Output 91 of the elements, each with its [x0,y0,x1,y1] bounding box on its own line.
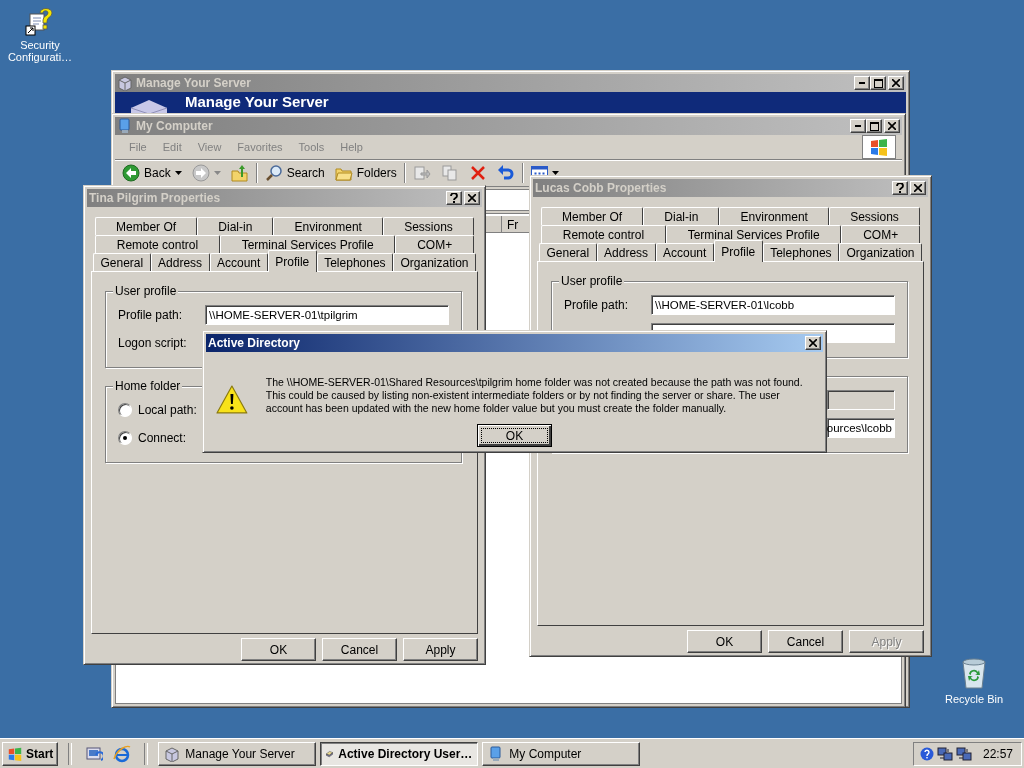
group-label: User profile [559,274,625,288]
dialog-button[interactable]: Apply [403,638,478,661]
show-desktop-icon[interactable] [85,744,104,763]
question-mark-icon [896,183,904,193]
warning-icon [216,384,248,416]
window-title: Manage Your Server [136,76,252,90]
close-icon [888,122,896,130]
tab[interactable]: Address [150,253,210,271]
question-mark-icon [450,193,458,203]
dialog-title: Lucas Cobb Properties [535,181,668,195]
tab[interactable]: General [93,253,151,271]
server-icon [164,745,181,762]
tab[interactable]: Sessions [383,217,474,235]
taskbar-button[interactable]: Manage Your Server [158,741,317,766]
close-icon [892,79,900,87]
field-label: Profile path: [564,298,630,312]
tab[interactable]: General [539,243,597,261]
tab[interactable]: Address [596,243,656,261]
tab[interactable]: Terminal Services Profile [665,225,842,243]
banner-title: Manage Your Server [185,93,329,110]
dialog-button[interactable]: Cancel [768,630,843,653]
tab[interactable]: Environment [273,217,384,235]
radio-label[interactable]: Local path: [138,403,197,417]
window-title: My Computer [136,119,214,133]
computer-icon [117,118,133,134]
delete-icon [468,164,487,182]
ok-button[interactable]: OK [477,424,552,447]
minimize-icon [855,125,861,127]
tab[interactable]: Sessions [829,207,920,225]
desktop-icon-label[interactable]: Security Configurati… [3,39,77,63]
tab[interactable]: Terminal Services Profile [219,235,396,253]
search-button[interactable]: Search [261,162,328,184]
tab[interactable]: Remote control [95,235,220,253]
close-icon [914,184,922,192]
start-button[interactable]: Start [2,741,59,766]
dialog-title: Active Directory [208,336,302,350]
text-field[interactable]: \\HOME-SERVER-01\tpilgrim [205,305,449,325]
tab[interactable]: Account [209,253,268,271]
maximize-icon [869,121,879,131]
browser-icon[interactable] [113,744,132,763]
network-icon[interactable] [936,745,953,762]
maximize-icon [873,78,883,88]
help-icon[interactable] [919,746,934,761]
caret-icon [213,171,221,175]
up-folder-icon [230,164,249,182]
message-text: The \\HOME-SERVER-01\Shared Resources\tpilgrim home folder was not created because the path was not found. This could be caused by listing non-existent intermediate folders or by not finding the server or share. The user account has been updated with the new home folder value but you must create the folder manually. [265,376,804,415]
clock: 22:57 [982,746,1013,761]
tab[interactable]: Profile [267,250,317,272]
tab[interactable]: Environment [719,207,830,225]
copy-to-icon [440,164,459,182]
close-icon [468,194,476,202]
back-button[interactable]: Back [119,162,185,184]
taskbar-button[interactable]: Active Directory User… [320,741,479,766]
server-icon [117,75,133,91]
folders-button[interactable]: Folders [331,162,400,184]
close-icon [809,339,817,347]
group-label: Home folder [113,379,183,393]
move-to-icon [412,164,431,182]
tab[interactable]: Member Of [541,207,644,225]
search-icon [264,164,283,182]
undo-icon [496,164,515,182]
radio-label[interactable]: Connect: [138,431,187,445]
field-label: Profile path: [118,308,184,322]
tab[interactable]: Telephones [762,243,840,261]
close-button[interactable] [805,336,821,350]
minimize-icon [859,82,865,84]
dialog-title: Tina Pilgrim Properties [89,191,222,205]
dialog-button[interactable]: OK [687,630,762,653]
tab[interactable]: Dial-in [197,217,274,235]
desktop-icon-label[interactable]: Recycle Bin [937,693,1011,705]
tab[interactable]: Telephones [316,253,394,271]
group-label: User profile [113,284,179,298]
radio-button[interactable] [118,403,132,417]
caret-icon [174,171,182,175]
tab[interactable]: Dial-in [643,207,720,225]
tab[interactable]: Member Of [95,217,198,235]
radio-button[interactable] [118,431,132,445]
taskbar-button[interactable]: My Computer [482,741,641,766]
field-label: Logon script: [118,336,188,350]
windows-flag-icon [7,746,23,761]
tab[interactable]: COM+ [395,235,474,253]
tab[interactable]: COM+ [841,225,920,243]
tab[interactable]: Account [655,243,714,261]
tab[interactable]: Organization [839,243,922,261]
dialog-button[interactable]: OK [241,638,316,661]
dialog-button[interactable]: Cancel [322,638,397,661]
network-icon[interactable] [955,745,972,762]
tab[interactable]: Organization [393,253,476,271]
text-field[interactable]: \\HOME-SERVER-01\lcobb [651,295,895,315]
tab[interactable]: Profile [713,240,763,262]
tab[interactable]: Remote control [541,225,666,243]
